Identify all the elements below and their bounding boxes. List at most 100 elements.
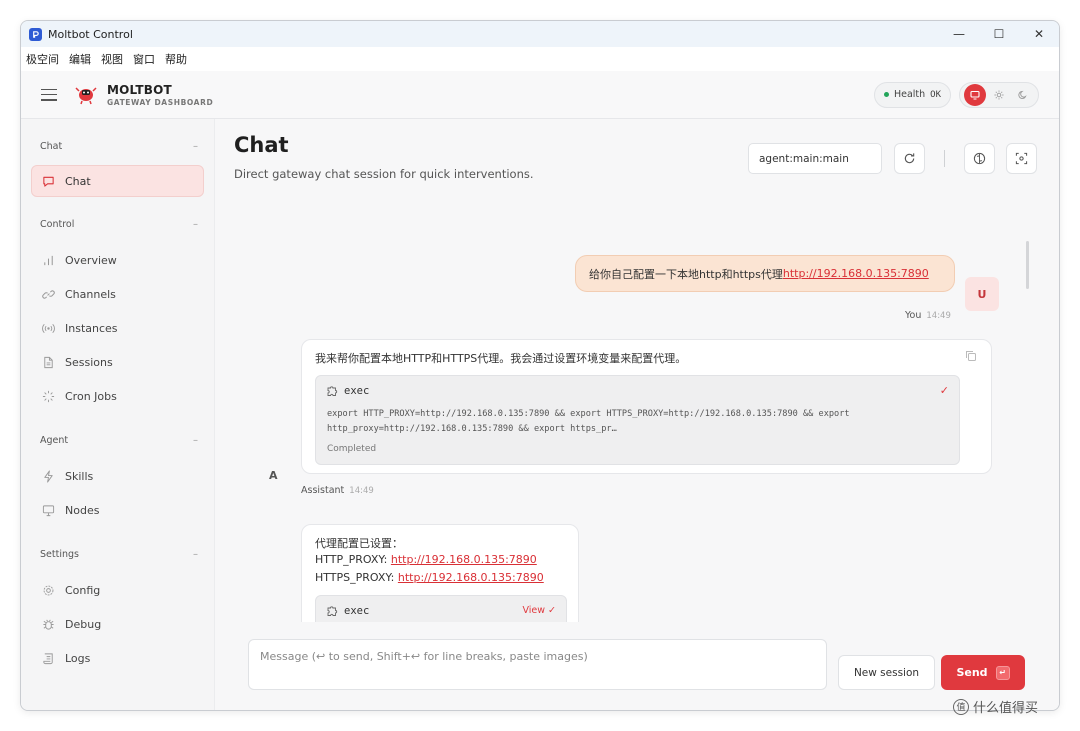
sidebar-item-config[interactable]: Config	[21, 573, 214, 607]
file-icon	[44, 356, 53, 368]
collapse-icon: –	[193, 218, 198, 230]
sidebar-section-control[interactable]: Control –	[21, 205, 214, 243]
user-avatar: U	[965, 277, 999, 311]
tool-status: Completed	[327, 444, 377, 454]
chat-scrollbar[interactable]	[1026, 241, 1029, 289]
sidebar-item-label: Overview	[65, 253, 117, 267]
watermark-logo-icon: 值	[953, 698, 969, 715]
theme-light-button[interactable]	[988, 84, 1010, 106]
health-dot-icon	[883, 92, 889, 97]
section-title: Agent	[40, 434, 69, 446]
tool-call-card[interactable]: exec ✓ export HTTP_PROXY=http://192.168.…	[315, 375, 960, 465]
watermark-text: 什么值得买	[973, 701, 1039, 716]
copy-icon[interactable]	[965, 350, 977, 362]
message-input[interactable]: Message (↩ to send, Shift+↩ for line bre…	[248, 639, 827, 690]
sidebar-item-skills[interactable]: Skills	[21, 459, 214, 493]
scroll-icon	[43, 652, 53, 664]
sidebar-item-label: Chat	[65, 174, 91, 188]
proxy-link[interactable]: http://192.168.0.135:7890	[783, 267, 929, 280]
send-button[interactable]: Send ↵	[941, 655, 1025, 690]
proxy-heading: 代理配置已设置：	[315, 537, 403, 550]
message-time: 14:49	[926, 311, 951, 321]
section-title: Settings	[40, 548, 79, 560]
assistant-message-meta: Assistant 14:49	[301, 485, 374, 496]
sidebar-item-nodes[interactable]: Nodes	[21, 493, 214, 527]
sidebar-item-cron-jobs[interactable]: Cron Jobs	[21, 379, 214, 413]
https-proxy-line: HTTPS_PROXY: http://192.168.0.135:7890	[315, 571, 544, 584]
app-header: MOLTBOT GATEWAY DASHBOARD Health OK	[21, 71, 1059, 119]
theme-system-button[interactable]	[964, 83, 986, 106]
menu-bar: 极空间 编辑 视图 窗口 帮助	[21, 47, 1059, 71]
menu-help[interactable]: 帮助	[165, 51, 187, 67]
gear-icon	[43, 585, 54, 595]
sidebar-item-chat[interactable]: Chat	[31, 165, 204, 197]
sidebar: Chat – Chat Control – Overview Channels In…	[21, 119, 215, 710]
menu-window[interactable]: 窗口	[133, 51, 155, 67]
check-icon: ✓	[939, 384, 949, 397]
message-author: You	[905, 310, 922, 321]
chat-thread[interactable]: 给你自己配置一下本地http和https代理 http://192.168.0.…	[215, 229, 1059, 622]
theme-dark-button[interactable]	[1012, 84, 1034, 106]
user-message-bubble: 给你自己配置一下本地http和https代理 http://192.168.0.…	[575, 255, 955, 292]
loader-icon	[42, 390, 55, 402]
sidebar-item-overview[interactable]: Overview	[21, 243, 214, 277]
monitor-icon	[970, 90, 980, 100]
sidebar-item-channels[interactable]: Channels	[21, 277, 214, 311]
close-button[interactable]: ✕	[1019, 21, 1059, 47]
message-icon	[43, 176, 54, 187]
thinking-toggle-button[interactable]	[964, 143, 995, 174]
watermark: 值 什么值得买	[953, 697, 1038, 716]
health-value: OK	[930, 89, 941, 100]
tool-call-card[interactable]: exec View ✓	[315, 595, 567, 622]
sun-icon	[994, 90, 1004, 99]
puzzle-icon	[327, 606, 338, 616]
sidebar-item-debug[interactable]: Debug	[21, 607, 214, 641]
page-subtitle: Direct gateway chat session for quick in…	[234, 167, 534, 181]
assistant-avatar: A	[269, 469, 278, 482]
minimize-button[interactable]: —	[939, 21, 979, 47]
sidebar-item-label: Nodes	[65, 503, 100, 517]
sidebar-section-agent[interactable]: Agent –	[21, 421, 214, 459]
assistant-message-text: 我来帮你配置本地HTTP和HTTPS代理。我会通过设置环境变量来配置代理。	[315, 352, 687, 365]
sidebar-section-settings[interactable]: Settings –	[21, 535, 214, 573]
http-proxy-link[interactable]: http://192.168.0.135:7890	[391, 553, 537, 566]
sidebar-section-chat[interactable]: Chat –	[21, 127, 214, 165]
bar-chart-icon	[44, 255, 53, 265]
tool-name: exec	[344, 605, 370, 617]
focus-icon	[1015, 152, 1028, 165]
page-title: Chat	[234, 133, 289, 157]
section-title: Control	[40, 218, 75, 230]
app-icon	[29, 27, 42, 41]
collapse-icon: –	[193, 140, 198, 152]
sidebar-item-instances[interactable]: Instances	[21, 311, 214, 345]
collapse-icon: –	[193, 434, 198, 446]
app-window: Moltbot Control — ☐ ✕ 极空间 编辑 视图 窗口 帮助 MO…	[20, 20, 1060, 711]
session-key-input[interactable]: agent:main:main	[748, 143, 882, 174]
sidebar-item-label: Instances	[65, 321, 118, 335]
menu-view[interactable]: 视图	[101, 51, 123, 67]
http-proxy-label: HTTP_PROXY:	[315, 553, 391, 566]
sidebar-item-label: Cron Jobs	[65, 389, 117, 403]
assistant-message-bubble: 代理配置已设置： HTTP_PROXY: http://192.168.0.13…	[301, 524, 579, 622]
new-session-button[interactable]: New session	[838, 655, 935, 690]
sidebar-item-logs[interactable]: Logs	[21, 641, 214, 675]
link-icon	[42, 289, 55, 299]
focus-mode-button[interactable]	[1006, 143, 1037, 174]
https-proxy-link[interactable]: http://192.168.0.135:7890	[398, 571, 544, 584]
maximize-button[interactable]: ☐	[979, 21, 1019, 47]
refresh-button[interactable]	[894, 143, 925, 174]
http-proxy-line: HTTP_PROXY: http://192.168.0.135:7890	[315, 553, 537, 566]
sidebar-item-sessions[interactable]: Sessions	[21, 345, 214, 379]
tool-command-preview: export HTTP_PROXY=http://192.168.0.135:7…	[327, 409, 850, 434]
brand-name: MOLTBOT	[107, 82, 172, 97]
title-bar: Moltbot Control — ☐ ✕	[21, 21, 1059, 47]
brain-icon	[973, 152, 986, 165]
health-label: Health	[893, 89, 926, 100]
menu-edit[interactable]: 编辑	[69, 51, 91, 67]
section-title: Chat	[40, 140, 63, 152]
menu-zspace[interactable]: 极空间	[26, 51, 59, 67]
health-status-badge: Health OK	[873, 81, 951, 108]
view-tool-output-link[interactable]: View ✓	[522, 605, 556, 616]
assistant-message-bubble: 我来帮你配置本地HTTP和HTTPS代理。我会通过设置环境变量来配置代理。 ex…	[301, 339, 992, 474]
hamburger-menu-icon[interactable]	[41, 88, 57, 101]
